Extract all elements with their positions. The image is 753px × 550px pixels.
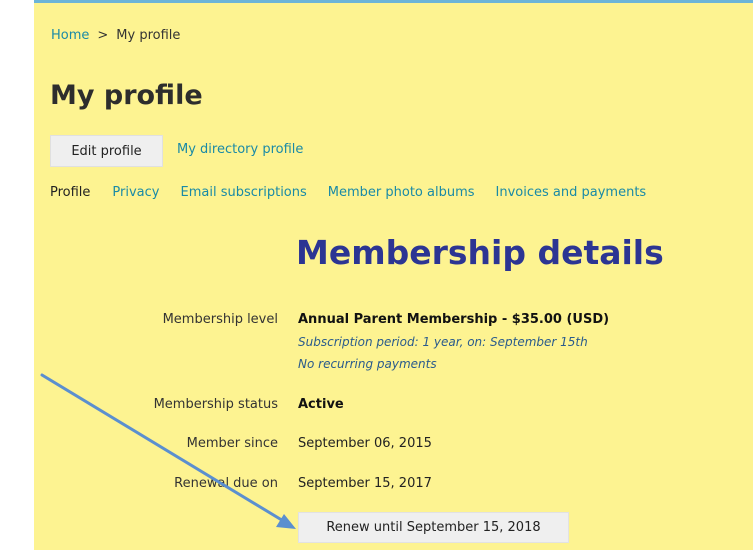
tab-email-subscriptions[interactable]: Email subscriptions [181,185,307,200]
directory-profile-link[interactable]: My directory profile [177,142,303,157]
breadcrumb-current: My profile [116,28,181,43]
breadcrumb-home-link[interactable]: Home [51,28,89,43]
member-since-value: September 06, 2015 [298,436,432,451]
membership-status-label: Membership status [153,397,278,412]
tab-invoices-and-payments[interactable]: Invoices and payments [496,185,647,200]
page-title: My profile [50,80,203,111]
tab-profile[interactable]: Profile [50,185,90,200]
member-since-label: Member since [186,436,278,451]
subscription-period-note: Subscription period: 1 year, on: Septemb… [298,335,588,349]
tab-member-photo-albums[interactable]: Member photo albums [328,185,475,200]
renew-membership-button[interactable]: Renew until September 15, 2018 [298,512,569,543]
renewal-due-value: September 15, 2017 [298,476,432,491]
breadcrumb: Home > My profile [51,28,180,43]
membership-status-value: Active [298,397,344,412]
section-title: Membership details [296,233,664,272]
breadcrumb-separator: > [97,28,109,43]
recurring-payments-note: No recurring payments [298,357,437,371]
edit-profile-button[interactable]: Edit profile [50,135,163,167]
tab-privacy[interactable]: Privacy [112,185,159,200]
membership-level-label: Membership level [162,312,278,327]
membership-level-value: Annual Parent Membership - $35.00 (USD) [298,312,610,327]
profile-tabs: Profile Privacy Email subscriptions Memb… [50,185,667,200]
renewal-due-label: Renewal due on [174,476,278,491]
